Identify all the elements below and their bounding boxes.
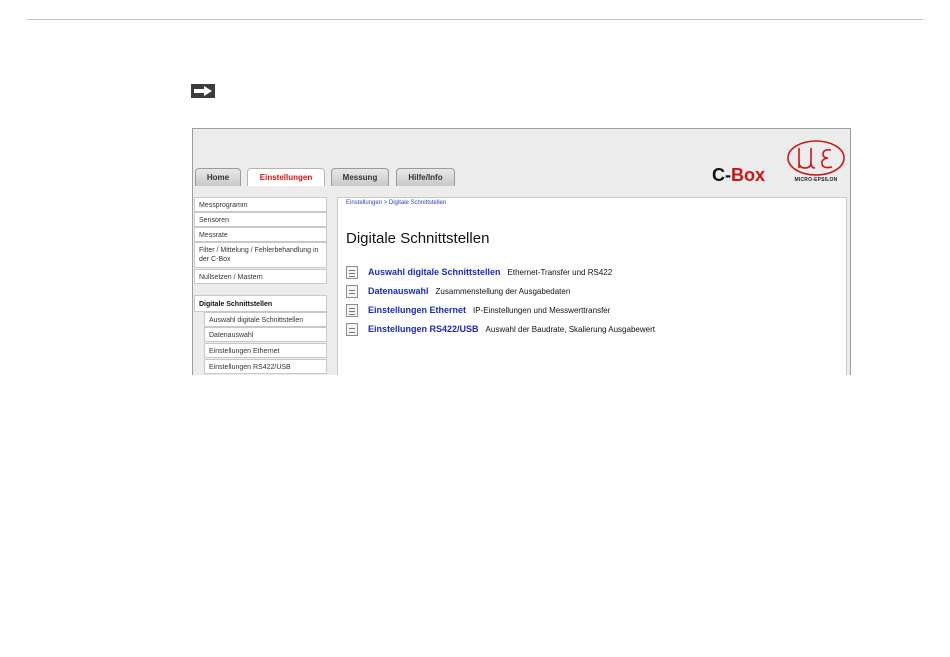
link-auswahl-digitale-schnittstellen[interactable]: Auswahl digitale Schnittstellen: [368, 267, 501, 277]
row-description: IP-Einstellungen und Messwerttransfer: [473, 305, 611, 315]
breadcrumb[interactable]: Einstellungen > Digitale Schnittstellen: [346, 200, 446, 206]
row-description: Auswahl der Baudrate, Skalierung Ausgabe…: [485, 324, 655, 334]
sidebar-subitem-ethernet[interactable]: Einstellungen Ethernet: [204, 343, 327, 358]
product-title-prefix: C-: [712, 165, 731, 185]
usb-icon: [346, 322, 358, 336]
sidebar-item-filter[interactable]: Filter / Mittelung / Fehlerbehandlung in…: [194, 242, 327, 268]
list-item-auswahl: Auswahl digitale Schnittstellen Ethernet…: [346, 265, 612, 279]
sidebar-subitem-auswahl[interactable]: Auswahl digitale Schnittstellen: [204, 312, 327, 327]
header-divider: [27, 19, 923, 20]
row-description: Ethernet-Transfer und RS422: [507, 267, 613, 277]
row-description: Zusammenstellung der Ausgabedaten: [435, 286, 571, 296]
product-title-suffix: Box: [731, 165, 766, 185]
sidebar-item-messrate[interactable]: Messrate: [194, 227, 327, 242]
sidebar-section-digitale-schnittstellen[interactable]: Digitale Schnittstellen: [194, 295, 327, 312]
ethernet-icon: [346, 303, 358, 317]
content-panel: Einstellungen > Digitale Schnittstellen …: [337, 197, 847, 375]
list-item-rs422-usb: Einstellungen RS422/USB Auswahl der Baud…: [346, 322, 655, 336]
sidebar-subitem-datenauswahl[interactable]: Datenauswahl: [204, 327, 327, 342]
interface-icon: [346, 265, 358, 279]
arrow-right-icon: [191, 84, 215, 98]
sidebar-subitem-rs422-usb[interactable]: Einstellungen RS422/USB: [204, 359, 327, 374]
tab-einstellungen[interactable]: Einstellungen: [247, 168, 325, 186]
sidebar-item-sensoren[interactable]: Sensoren: [194, 212, 327, 227]
sidebar-item-nullsetzen[interactable]: Nullsetzen / Mastern: [194, 269, 327, 284]
logo-wordmark: MICRO-EPSILON: [794, 177, 838, 183]
link-einstellungen-rs422-usb[interactable]: Einstellungen RS422/USB: [368, 324, 479, 334]
page-title: Digitale Schnittstellen: [346, 230, 490, 247]
sidebar-item-messprogramm[interactable]: Messprogramm: [194, 197, 327, 212]
document-icon: [346, 284, 358, 298]
cbox-web-interface: Home Einstellungen Messung Hilfe/Info C-…: [192, 128, 851, 375]
list-item-datenauswahl: Datenauswahl Zusammenstellung der Ausgab…: [346, 284, 570, 298]
tab-hilfe-info[interactable]: Hilfe/Info: [396, 168, 455, 186]
tab-home[interactable]: Home: [195, 168, 241, 186]
product-title: C-Box: [712, 165, 765, 186]
link-einstellungen-ethernet[interactable]: Einstellungen Ethernet: [368, 305, 466, 315]
link-datenauswahl[interactable]: Datenauswahl: [368, 286, 429, 296]
tab-messung[interactable]: Messung: [331, 168, 389, 186]
list-item-ethernet: Einstellungen Ethernet IP-Einstellungen …: [346, 303, 610, 317]
